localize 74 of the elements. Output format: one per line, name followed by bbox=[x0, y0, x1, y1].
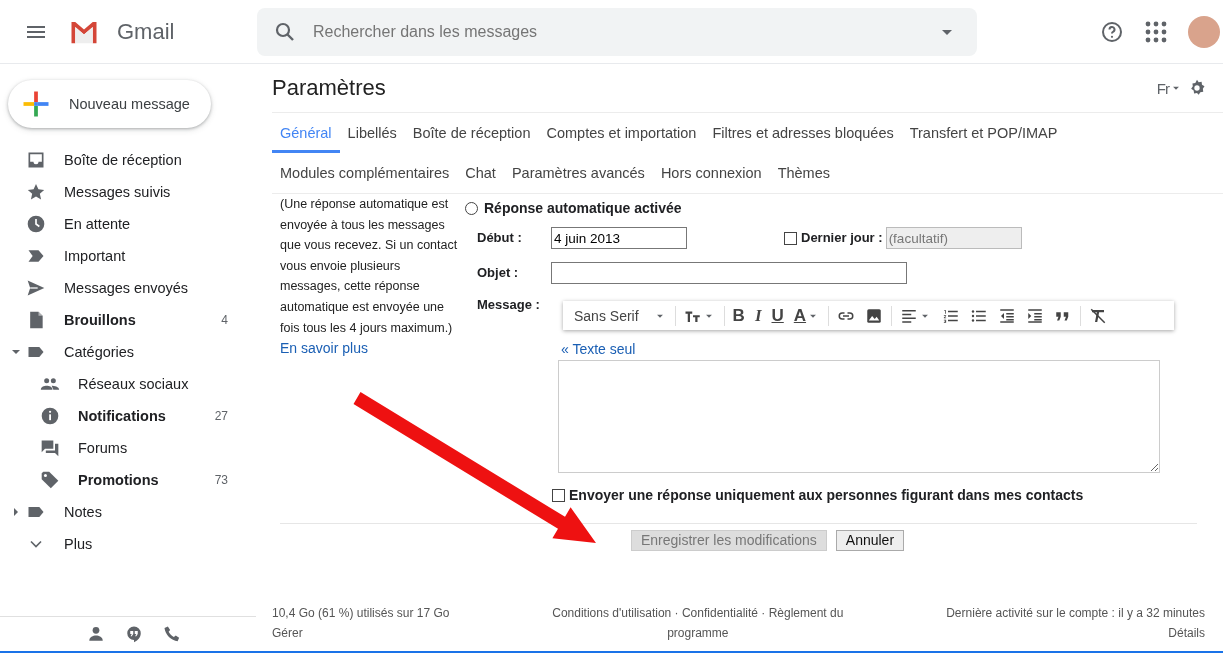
unread-count: 4 bbox=[221, 313, 228, 327]
search-bar[interactable]: Rechercher dans les messages bbox=[257, 7, 977, 56]
sidebar-item[interactable]: En attente bbox=[0, 208, 256, 240]
sidebar-item[interactable]: Messages suivis bbox=[0, 176, 256, 208]
compose-button[interactable]: Nouveau message bbox=[8, 80, 211, 128]
sidebar-item[interactable]: Forums bbox=[0, 432, 256, 464]
start-date-field[interactable]: 4 juin 2013 bbox=[551, 227, 687, 249]
last-activity-text: Dernière activité sur le compte : il y a 32 minutes bbox=[946, 604, 1205, 622]
sidebar-item[interactable]: Promotions 73 bbox=[0, 464, 256, 496]
sidebar-item[interactable]: Notifications 27 bbox=[0, 400, 256, 432]
auto-reply-label: Réponse automatique activée bbox=[484, 199, 682, 219]
unread-count: 73 bbox=[214, 473, 228, 487]
settings-tab[interactable]: Chat bbox=[457, 153, 504, 193]
description-text: (Une réponse automatique est envoyée à tous les messages que vous recevez. Si un contact vous envoie plusieurs messages, cette réponse automatique est envoyée une fois tous les 4 jours maximum.) bbox=[280, 196, 459, 337]
image-icon bbox=[865, 306, 884, 325]
subject-field[interactable] bbox=[551, 262, 907, 284]
manage-link[interactable]: Gérer bbox=[272, 622, 450, 643]
settings-tab[interactable]: Comptes et importation bbox=[538, 113, 705, 153]
subject-label: Objet : bbox=[477, 263, 520, 282]
settings-tab[interactable]: Général bbox=[272, 113, 340, 153]
input-tools-label[interactable]: Fr bbox=[1156, 79, 1169, 97]
start-label: Début : bbox=[477, 228, 523, 247]
person-icon[interactable] bbox=[87, 625, 105, 643]
details-link[interactable]: Détails bbox=[1168, 622, 1205, 643]
settings-tab[interactable]: Paramètres avancés bbox=[503, 153, 653, 193]
last-day-label: Dernier jour : bbox=[801, 228, 883, 247]
sidebar-item[interactable]: Brouillons 4 bbox=[0, 304, 256, 336]
clock-icon bbox=[26, 214, 46, 234]
inbox-icon bbox=[26, 150, 46, 170]
message-body-field[interactable] bbox=[558, 359, 1160, 473]
indent-icon bbox=[1026, 306, 1045, 325]
page-title: Paramètres bbox=[272, 75, 387, 101]
settings-tab[interactable]: Thèmes bbox=[769, 153, 838, 193]
cancel-button[interactable]: Annuler bbox=[835, 529, 905, 551]
contacts-only-label: Envoyer une réponse uniquement aux personnes figurant dans mes contacts bbox=[569, 486, 1084, 506]
help-icon[interactable] bbox=[1100, 19, 1124, 44]
send-icon bbox=[26, 278, 46, 298]
text-color-button[interactable]: A bbox=[788, 303, 826, 328]
tag-icon bbox=[40, 470, 60, 490]
settings-tab[interactable]: Transfert et POP/IMAP bbox=[901, 113, 1066, 153]
settings-tab[interactable]: Boîte de réception bbox=[404, 113, 539, 153]
outdent-icon bbox=[998, 306, 1017, 325]
clear-format-icon bbox=[1089, 306, 1108, 325]
learn-more-link[interactable]: En savoir plus bbox=[280, 340, 368, 357]
settings-tab[interactable]: Filtres et adresses bloquées bbox=[704, 113, 902, 153]
settings-tab[interactable]: Libellés bbox=[339, 113, 405, 153]
settings-tab[interactable]: Hors connexion bbox=[652, 153, 770, 193]
star-icon bbox=[26, 182, 46, 202]
settings-tab[interactable]: Modules complémentaires bbox=[272, 153, 458, 193]
underline-button[interactable]: U bbox=[766, 303, 789, 328]
plain-text-link[interactable]: « Texte seul bbox=[561, 339, 1223, 360]
forum-icon bbox=[40, 438, 60, 458]
italic-button[interactable]: I bbox=[749, 303, 767, 328]
sidebar-item[interactable]: Catégories bbox=[0, 336, 256, 368]
storage-usage-text: 10,4 Go (61 %) utilisés sur 17 Go bbox=[272, 604, 450, 622]
plus-icon bbox=[21, 89, 51, 119]
sidebar-item[interactable]: Notes bbox=[0, 496, 256, 528]
font-select[interactable]: Sans Serif bbox=[569, 303, 672, 328]
sidebar-item[interactable]: Réseaux sociaux bbox=[0, 368, 256, 400]
message-label: Message : bbox=[477, 296, 541, 314]
apps-icon[interactable] bbox=[1144, 19, 1168, 44]
unread-count: 27 bbox=[214, 409, 228, 423]
app-name: Gmail bbox=[117, 18, 175, 45]
sidebar-item[interactable]: Messages envoyés bbox=[0, 272, 256, 304]
terms-links-text[interactable]: Conditions d'utilisation · Confidentialité · Règlement du programme bbox=[537, 602, 858, 643]
search-field[interactable]: Rechercher dans les messages bbox=[311, 21, 935, 42]
sidebar-item[interactable]: Important bbox=[0, 240, 256, 272]
chat-bubble-icon[interactable] bbox=[125, 625, 143, 643]
bold-button[interactable]: B bbox=[727, 303, 750, 328]
sidebar-item[interactable]: Plus bbox=[0, 528, 256, 560]
checkbox[interactable] bbox=[552, 489, 565, 503]
phone-icon[interactable] bbox=[163, 625, 181, 643]
info-icon bbox=[40, 406, 60, 426]
sidebar-item[interactable]: Boîte de réception bbox=[0, 144, 256, 176]
